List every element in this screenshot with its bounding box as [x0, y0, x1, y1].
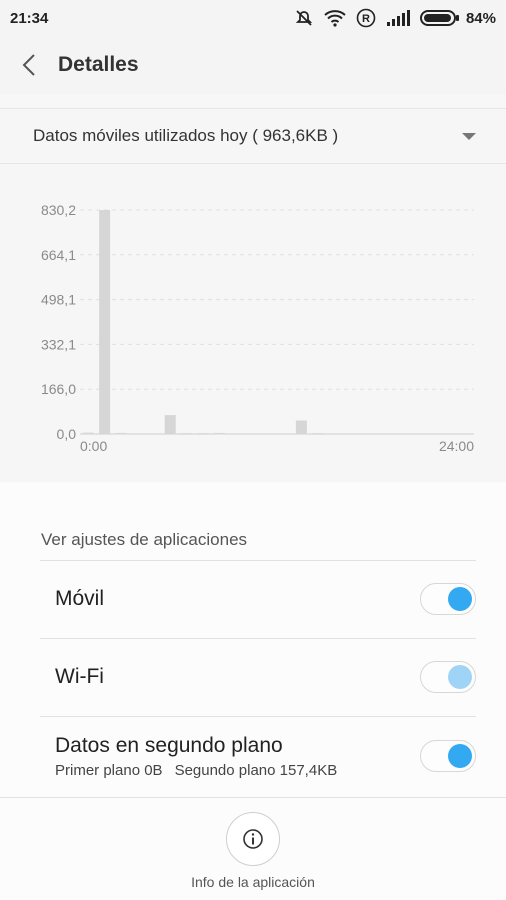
wifi-toggle[interactable]: [420, 661, 476, 693]
chart-bar: [213, 432, 225, 435]
background-data-row[interactable]: Datos en segundo plano Primer plano 0B S…: [40, 716, 476, 796]
battery: 84%: [419, 9, 496, 27]
y-tick-label: 664,1: [41, 247, 76, 263]
app-info-button[interactable]: [226, 812, 280, 866]
app-settings-panel: Ver ajustes de aplicaciones Móvil Wi-Fi …: [0, 482, 506, 900]
chevron-left-icon: [22, 54, 35, 76]
chart-bar: [82, 432, 94, 435]
svg-text:R: R: [362, 13, 370, 25]
status-bar: 21:34 R 84%: [0, 0, 506, 36]
y-tick-label: 830,2: [41, 202, 76, 218]
wifi-icon: [324, 10, 346, 27]
foreground-usage: Primer plano 0B: [55, 761, 163, 779]
chart-bar: [181, 433, 193, 435]
footer-divider: [0, 797, 506, 798]
background-data-usage: Primer plano 0B Segundo plano 157,4KB: [40, 762, 337, 779]
app-info-label: Info de la aplicación: [191, 874, 315, 890]
usage-chart-svg: 830,2 664,1 498,1 332,1 166,0 0,00:00 24:00: [41, 202, 474, 454]
x-tick-label: 0:00: [80, 438, 107, 454]
wifi-label: Wi-Fi: [55, 665, 104, 688]
battery-icon: [419, 10, 459, 26]
wifi-row[interactable]: Wi-Fi: [40, 638, 476, 716]
toggle-knob: [448, 665, 472, 689]
dropdown-arrow-icon: [462, 132, 476, 140]
toggle-knob: [448, 744, 472, 768]
toggle-knob: [448, 587, 472, 611]
status-icons: R 84%: [294, 8, 496, 28]
y-tick-label: 498,1: [41, 292, 76, 308]
chart-bar: [312, 433, 324, 435]
chart-bar: [197, 433, 209, 435]
background-data-label: Datos en segundo plano: [55, 733, 283, 757]
mobile-data-toggle[interactable]: [420, 583, 476, 615]
y-tick-label: 166,0: [41, 381, 76, 397]
background-data-toggle[interactable]: [420, 740, 476, 772]
signal-icon: [386, 10, 410, 26]
usage-period-dropdown[interactable]: Datos móviles utilizados hoy ( 963,6KB ): [0, 108, 506, 164]
usage-chart: 830,2 664,1 498,1 332,1 166,0 0,0 0:00 24:00: [0, 165, 506, 481]
x-tick-label: 24:00: [439, 438, 474, 454]
background-data-text: Datos en segundo plano Primer plano 0B S…: [40, 734, 337, 779]
battery-percent: 84%: [465, 9, 496, 27]
background-usage: Segundo plano 157,4KB: [174, 761, 338, 779]
y-tick-label: 0,0: [57, 426, 77, 442]
roaming-icon: R: [356, 8, 376, 28]
chart-bar: [99, 210, 111, 434]
chart-bar: [164, 415, 176, 434]
back-button[interactable]: [0, 36, 58, 94]
mobile-data-label: Móvil: [55, 587, 105, 610]
header: Detalles: [0, 36, 506, 94]
mobile-data-row[interactable]: Móvil: [40, 560, 476, 638]
y-tick-label: 332,1: [41, 336, 76, 352]
section-title: Ver ajustes de aplicaciones: [41, 530, 248, 549]
usage-period-label: Datos móviles utilizados hoy ( 963,6KB ): [33, 126, 339, 145]
info-icon: [243, 829, 263, 849]
screen: 21:34 R 84% Detalles Datos móviles utili…: [0, 0, 506, 900]
status-time: 21:34: [10, 9, 49, 27]
chart-bar: [115, 432, 127, 435]
mute-vibrate-icon: [295, 10, 313, 26]
page-title: Detalles: [58, 53, 139, 76]
chart-bar: [295, 420, 307, 434]
